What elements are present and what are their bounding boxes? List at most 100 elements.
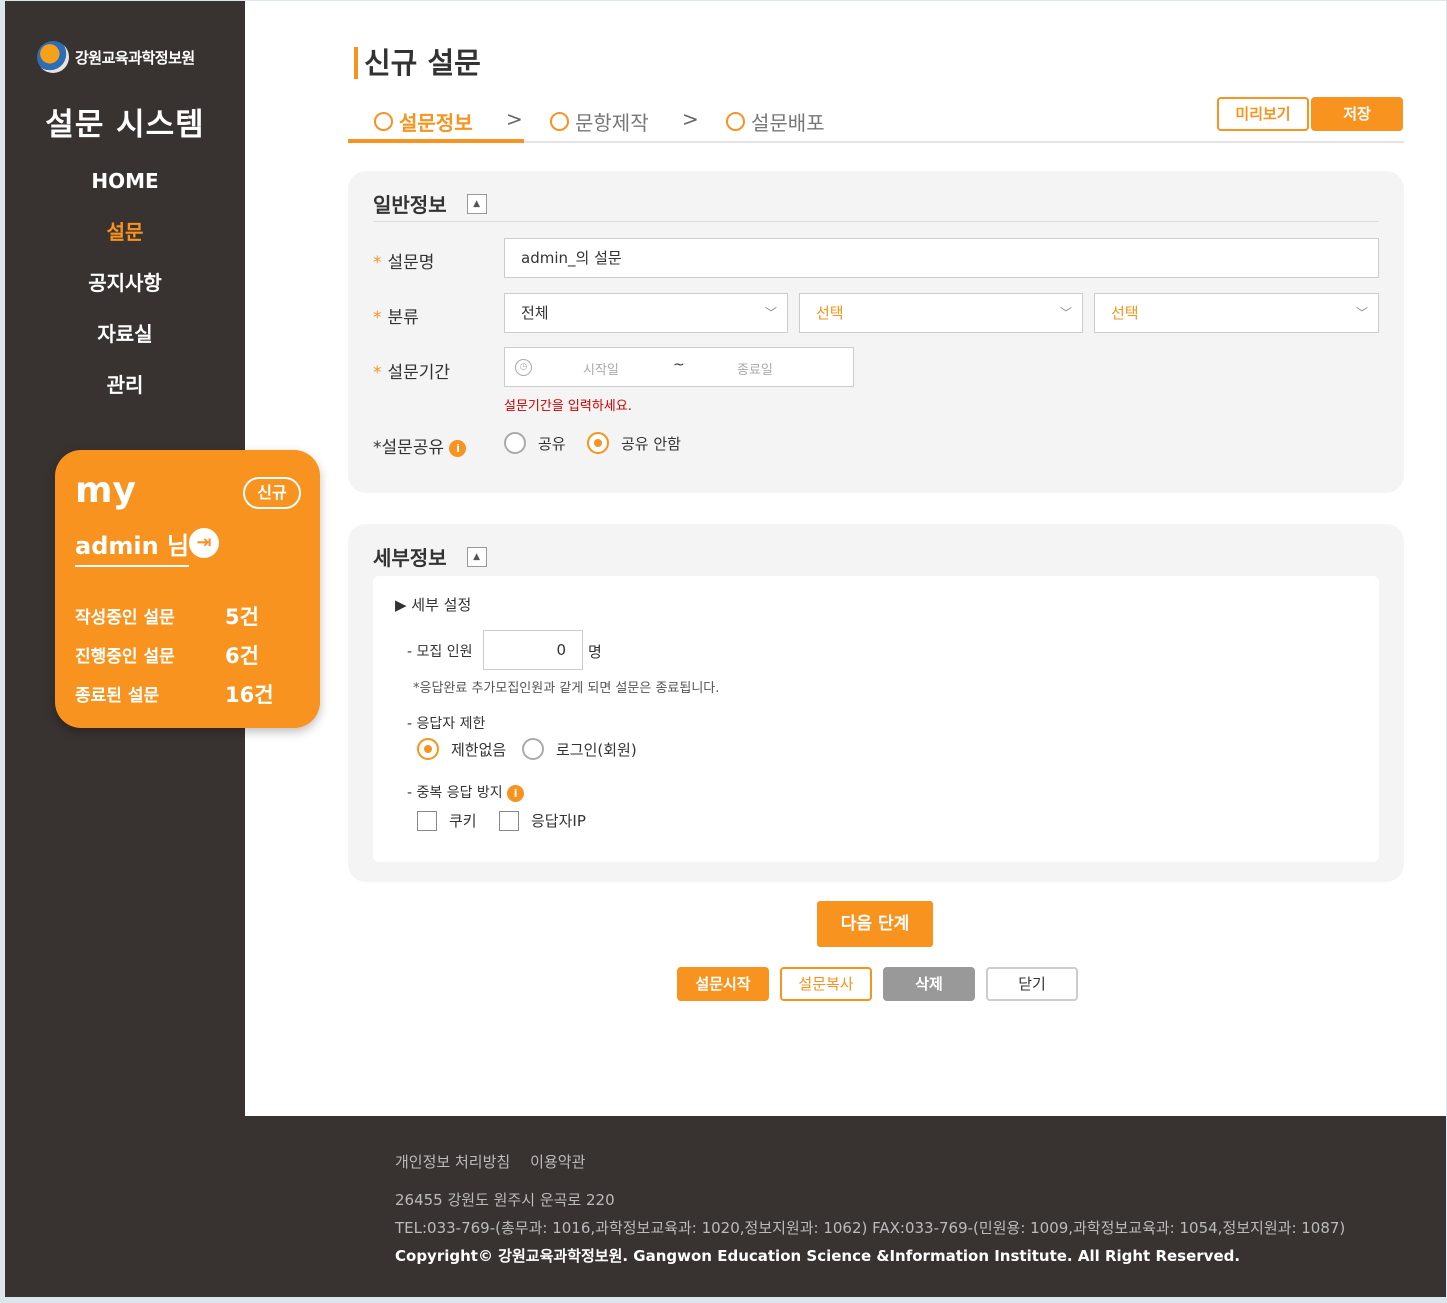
recruit-unit: 명 — [588, 643, 602, 661]
option-label: 공유 안함 — [621, 434, 681, 453]
logo-icon — [37, 41, 69, 73]
info-icon[interactable]: i — [507, 784, 525, 802]
stat-label: 진행중인 설문 — [75, 647, 175, 667]
radio-button[interactable] — [504, 432, 526, 454]
system-title: 설문 시스템 — [45, 107, 205, 143]
option-label: 응답자IP — [531, 812, 586, 830]
settings-heading: ▶ 세부 설정 — [395, 596, 472, 614]
survey-name-input[interactable]: admin_의 설문 — [504, 238, 1379, 278]
nav-item-archive[interactable]: 자료실 — [5, 317, 245, 368]
date-separator: ~ — [673, 357, 685, 373]
close-button[interactable]: 닫기 — [986, 967, 1078, 1001]
my-stats: 작성중인 설문 5건 진행중인 설문 6건 종료된 설문 16건 — [75, 596, 305, 713]
next-step-button[interactable]: 다음 단계 — [817, 901, 933, 947]
delete-button[interactable]: 삭제 — [883, 967, 975, 1001]
category-select-1[interactable]: 전체 ﹀ — [504, 293, 788, 333]
stat-label: 종료된 설문 — [75, 686, 160, 706]
period-label: * 설문기간 — [373, 363, 451, 383]
share-option-private[interactable]: 공유 안함 — [587, 432, 681, 454]
logo[interactable]: 강원교육과학정보원 — [37, 41, 195, 73]
sidebar-nav: HOME 설문 공지사항 자료실 관리 — [5, 164, 245, 419]
chevron-down-icon: ﹀ — [1355, 306, 1368, 320]
logout-icon[interactable]: ⇥ — [189, 528, 219, 558]
save-button[interactable]: 저장 — [1311, 97, 1403, 131]
share-option-public[interactable]: 공유 — [504, 432, 566, 454]
terms-link[interactable]: 이용약관 — [530, 1151, 585, 1172]
nav-item-survey[interactable]: 설문 — [5, 215, 245, 266]
step-circle-icon — [374, 112, 393, 131]
info-icon[interactable]: i — [449, 439, 467, 457]
new-survey-button[interactable]: 신규 — [243, 477, 301, 509]
limit-option-login[interactable]: 로그인(회원) — [522, 738, 637, 760]
footer-address: 26455 강원도 원주시 운곡로 220 — [395, 1191, 615, 1209]
start-date-input[interactable]: 시작일 — [583, 359, 619, 378]
stat-row[interactable]: 진행중인 설문 6건 — [75, 635, 305, 674]
active-step-underline — [348, 139, 524, 143]
chevron-down-icon: ﹀ — [764, 306, 777, 320]
page: 강원교육과학정보원 설문 시스템 HOME 설문 공지사항 자료실 관리 my … — [5, 1, 1446, 1297]
page-title: 신규 설문 — [354, 47, 481, 79]
step-label: 설문정보 — [399, 111, 473, 135]
end-date-input[interactable]: 종료일 — [737, 359, 773, 378]
recruit-count-input[interactable]: 0 — [483, 630, 583, 670]
panel-title: 일반정보 — [373, 193, 447, 217]
stat-row[interactable]: 종료된 설문 16건 — [75, 674, 305, 713]
survey-name-label: * 설문명 — [373, 253, 435, 273]
stat-label: 작성중인 설문 — [75, 608, 175, 628]
collapse-icon[interactable]: ▲ — [466, 193, 487, 214]
option-label: 공유 — [538, 434, 566, 453]
category-label: * 분류 — [373, 308, 419, 328]
stat-row[interactable]: 작성중인 설문 5건 — [75, 596, 305, 635]
duplicate-label: - 중복 응답 방지 i — [407, 782, 525, 802]
panel-header: 세부정보 ▲ — [373, 542, 487, 571]
nav-item-notice[interactable]: 공지사항 — [5, 266, 245, 317]
step-label: 문항제작 — [575, 111, 649, 135]
option-label: 제한없음 — [451, 740, 507, 759]
radio-button[interactable] — [587, 432, 609, 454]
period-error-message: 설문기간을 입력하세요. — [504, 399, 632, 414]
preview-button[interactable]: 미리보기 — [1217, 97, 1309, 131]
step-question-build[interactable]: 문항제작 — [550, 107, 649, 136]
share-label: *설문공유 i — [373, 433, 467, 458]
checkbox[interactable] — [499, 810, 519, 831]
start-survey-button[interactable]: 설문시작 — [677, 967, 769, 1001]
step-label: 설문배포 — [751, 111, 825, 135]
nav-item-admin[interactable]: 관리 — [5, 368, 245, 419]
radio-button[interactable] — [522, 738, 544, 760]
my-label: my — [75, 470, 136, 511]
nav-item-home[interactable]: HOME — [5, 164, 245, 215]
radio-button[interactable] — [417, 738, 439, 760]
step-distribution[interactable]: 설문배포 — [726, 107, 825, 136]
stat-value: 16건 — [225, 682, 274, 707]
clock-icon: ◷ — [515, 359, 532, 376]
step-arrow-icon: > — [506, 107, 523, 131]
step-circle-icon — [550, 112, 569, 131]
step-survey-info[interactable]: 설문정보 — [374, 107, 473, 136]
detail-settings-box: ▶ 세부 설정 - 모집 인원 0 명 *응답완료 추가모집인원과 같게 되면 … — [373, 576, 1379, 862]
privacy-policy-link[interactable]: 개인정보 처리방침 — [395, 1151, 510, 1172]
duplicate-option-ip[interactable]: 응답자IP — [499, 810, 586, 831]
stat-value: 6건 — [225, 643, 259, 668]
limit-label: - 응답자 제한 — [407, 716, 486, 732]
step-circle-icon — [726, 112, 745, 131]
logo-text: 강원교육과학정보원 — [75, 48, 195, 67]
chevron-down-icon: ﹀ — [1059, 306, 1072, 320]
recruit-note: *응답완료 추가모집인원과 같게 되면 설문은 종료됩니다. — [413, 681, 720, 696]
user-name: admin 님 — [75, 526, 190, 567]
my-card: my 신규 admin 님 ⇥ 작성중인 설문 5건 진행중인 설문 6건 종료… — [55, 450, 320, 728]
copy-survey-button[interactable]: 설문복사 — [780, 967, 872, 1001]
option-label: 로그인(회원) — [556, 740, 637, 759]
collapse-icon[interactable]: ▲ — [466, 546, 487, 567]
footer-copyright: Copyright© 강원교육과학정보원. Gangwon Education … — [395, 1247, 1241, 1265]
detail-info-panel: 세부정보 ▲ ▶ 세부 설정 - 모집 인원 0 명 *응답완료 추가모집인원과… — [348, 524, 1404, 882]
limit-option-none[interactable]: 제한없음 — [417, 738, 506, 760]
category-select-2[interactable]: 선택 ﹀ — [799, 293, 1083, 333]
checkbox[interactable] — [417, 810, 437, 831]
divider — [373, 221, 1379, 222]
period-date-range[interactable]: ◷ 시작일 ~ 종료일 — [504, 347, 854, 387]
category-select-3[interactable]: 선택 ﹀ — [1094, 293, 1379, 333]
duplicate-option-cookie[interactable]: 쿠키 — [417, 810, 477, 831]
general-info-panel: 일반정보 ▲ * 설문명 admin_의 설문 * 분류 전체 ﹀ 선택 ﹀ 선택 ﹀ *… — [348, 171, 1404, 493]
option-label: 쿠키 — [449, 812, 477, 830]
panel-header: 일반정보 ▲ — [373, 189, 487, 218]
